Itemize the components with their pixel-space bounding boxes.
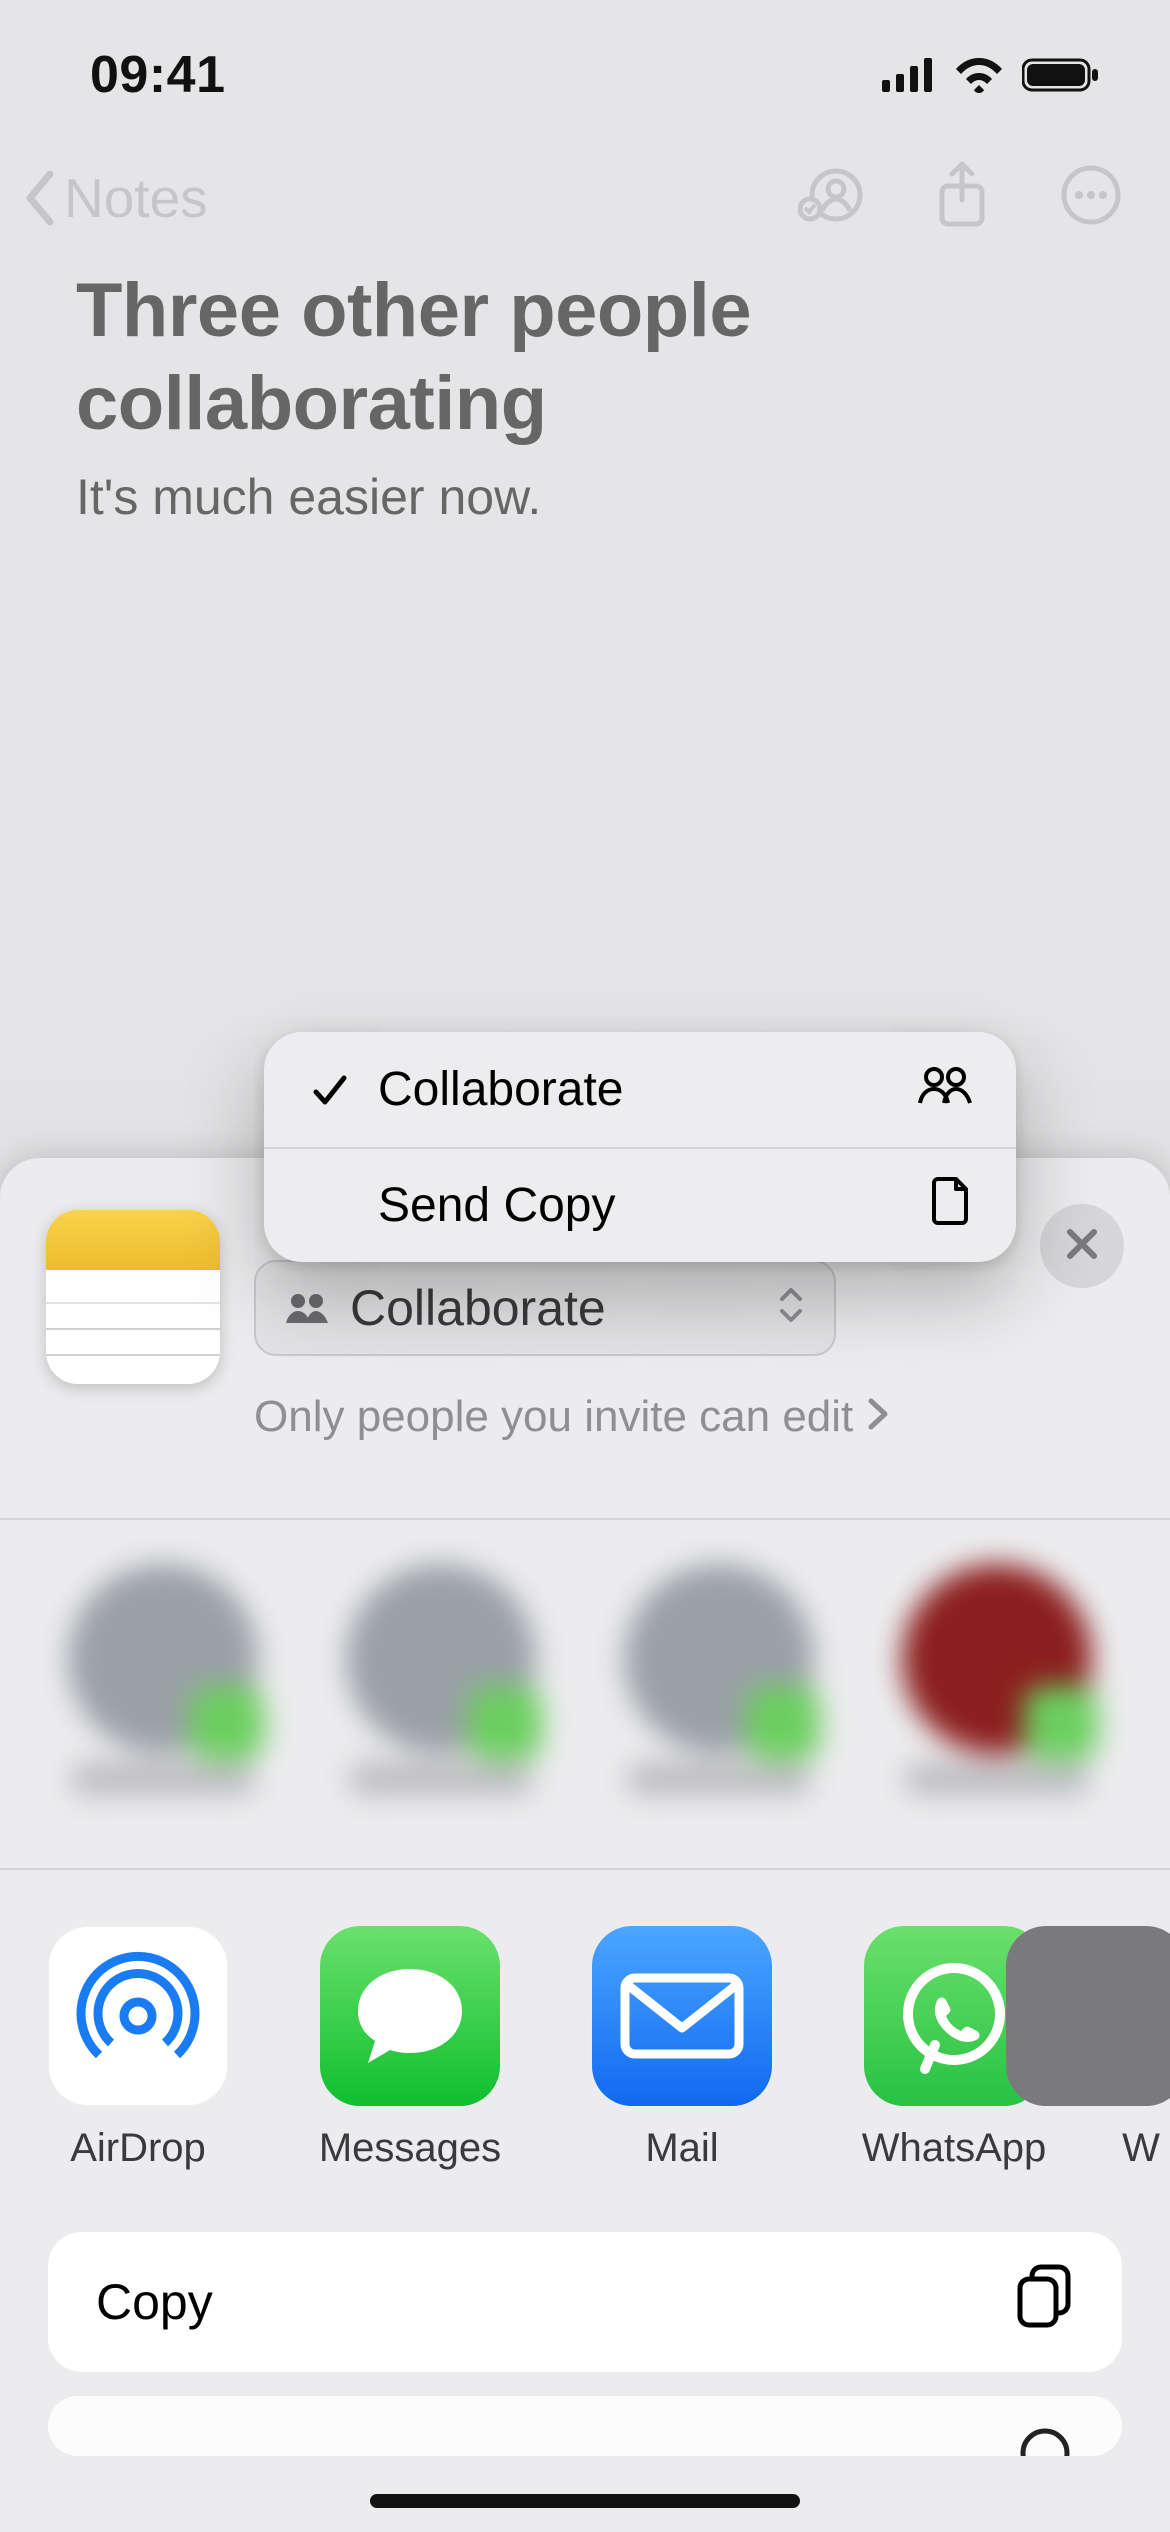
popover-item-label: Send Copy <box>378 1178 616 1233</box>
people-icon <box>284 1279 330 1337</box>
copy-icon <box>1016 2263 1074 2341</box>
action-copy[interactable]: Copy <box>48 2232 1122 2372</box>
airdrop-icon <box>48 1926 228 2106</box>
action-label: Copy <box>96 2273 213 2331</box>
avatar <box>902 1564 1092 1754</box>
close-icon <box>1064 1226 1100 1267</box>
checkmark-icon <box>308 1074 352 1106</box>
status-time: 09:41 <box>90 45 226 105</box>
app-label: Mail <box>645 2126 718 2171</box>
note-title: Three other people collaborating <box>76 265 1094 450</box>
app-airdrop[interactable]: AirDrop <box>48 1926 228 2171</box>
cellular-signal-icon <box>882 58 936 92</box>
collaborate-mode-selector[interactable]: Collaborate <box>254 1260 836 1356</box>
back-button[interactable]: Notes <box>20 166 208 230</box>
back-label: Notes <box>64 166 208 230</box>
action-partial[interactable] <box>48 2396 1122 2456</box>
battery-icon <box>1022 57 1100 93</box>
wifi-icon <box>954 57 1004 93</box>
app-messages[interactable]: Messages <box>320 1926 500 2171</box>
status-right <box>882 57 1100 93</box>
share-apps-row[interactable]: AirDrop Messages Mail WhatsApp W <box>0 1868 1170 2208</box>
chevron-right-icon <box>867 1392 889 1442</box>
more-icon[interactable] <box>1060 164 1122 231</box>
collaborators-icon[interactable] <box>798 165 864 230</box>
avatar <box>346 1564 536 1754</box>
collaborate-popover: Collaborate Send Copy <box>264 1032 1016 1262</box>
status-bar: 09:41 <box>0 0 1170 150</box>
popover-item-label: Collaborate <box>378 1062 623 1117</box>
share-permissions-button[interactable]: Only people you invite can edit <box>254 1392 1124 1442</box>
people-outline-icon <box>916 1062 972 1117</box>
popover-item-collaborate[interactable]: Collaborate <box>264 1032 1016 1147</box>
app-label: AirDrop <box>70 2126 206 2171</box>
messages-icon <box>320 1926 500 2106</box>
app-partial-label: W <box>1122 2126 1160 2171</box>
app-label: Messages <box>319 2126 501 2171</box>
share-icon[interactable] <box>934 160 990 235</box>
collaborate-mode-label: Collaborate <box>350 1279 606 1337</box>
avatar <box>68 1564 258 1754</box>
mail-icon <box>592 1926 772 2106</box>
popover-item-send-copy[interactable]: Send Copy <box>264 1147 1016 1262</box>
nav-bar: Notes <box>0 150 1170 265</box>
link-icon <box>1016 2424 1074 2456</box>
contact-suggestion[interactable] <box>324 1564 558 1794</box>
chevron-up-down-icon <box>776 1279 806 1337</box>
share-actions-list: Copy <box>0 2208 1170 2456</box>
close-button[interactable] <box>1040 1204 1124 1288</box>
contact-suggestion[interactable] <box>602 1564 836 1794</box>
app-label: WhatsApp <box>862 2126 1047 2171</box>
contact-suggestion[interactable] <box>46 1564 280 1794</box>
share-sheet: Collaborate Only people you invite can e… <box>0 1158 1170 2532</box>
permission-text: Only people you invite can edit <box>254 1392 853 1442</box>
contact-suggestion[interactable] <box>880 1564 1114 1794</box>
chevron-left-icon <box>20 168 58 228</box>
document-icon <box>932 1175 972 1237</box>
app-mail[interactable]: Mail <box>592 1926 772 2171</box>
app-partial[interactable] <box>1006 1926 1170 2106</box>
note-content: Three other people collaborating It's mu… <box>0 265 1170 526</box>
note-thumbnail <box>46 1210 220 1384</box>
home-indicator[interactable] <box>370 2494 800 2508</box>
suggested-contacts-row[interactable] <box>0 1518 1170 1868</box>
note-body: It's much easier now. <box>76 468 1094 526</box>
avatar <box>624 1564 814 1754</box>
